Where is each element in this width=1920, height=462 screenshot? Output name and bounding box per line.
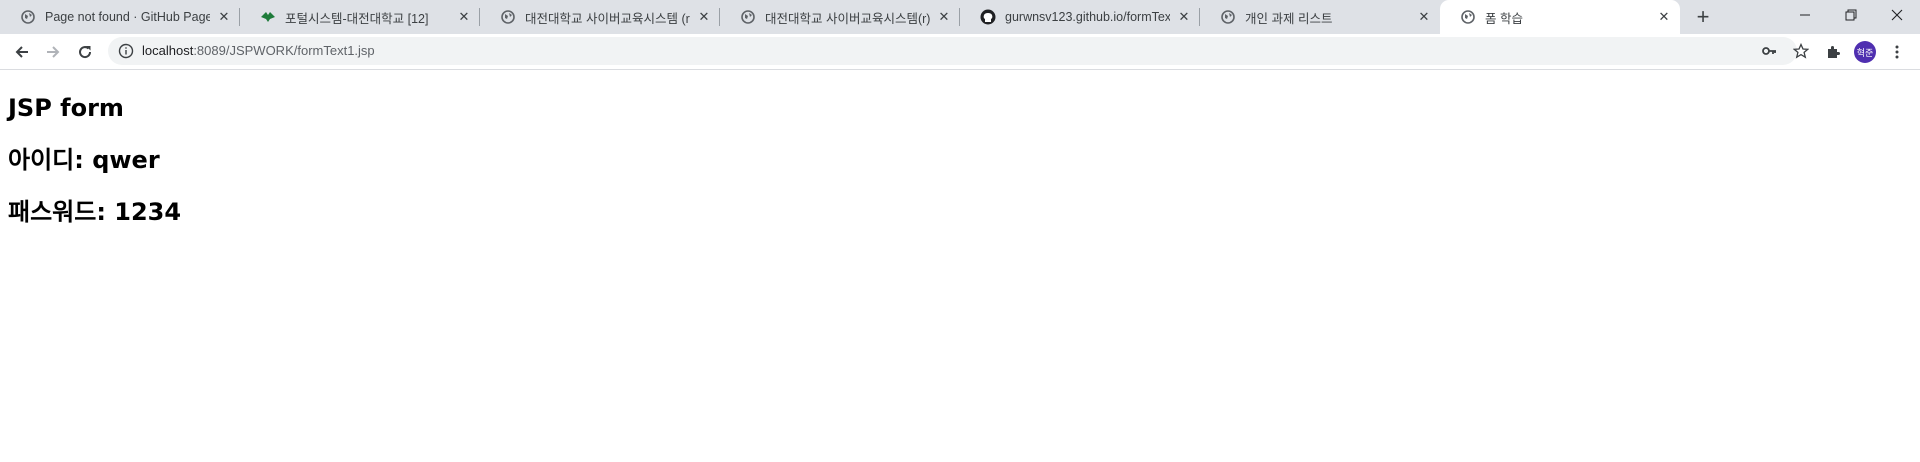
- tab-strip: Page not found · GitHub Pages ✕ 포털시스템-대전…: [0, 0, 1920, 34]
- globe-icon: [740, 9, 756, 25]
- tab-title: 대전대학교 사이버교육시스템 (r): [525, 11, 690, 26]
- tab-title: 포털시스템-대전대학교 [12]: [285, 11, 429, 26]
- puzzle-icon: [1828, 46, 1840, 58]
- bookmark-star-icon[interactable]: [1793, 43, 1809, 59]
- address-bar[interactable]: localhost:8089/JSPWORK/formText1.jsp: [108, 37, 1809, 65]
- tab-page-not-found[interactable]: Page not found · GitHub Pages ✕: [0, 0, 240, 34]
- close-icon[interactable]: ✕: [1656, 9, 1672, 25]
- tab-github-formtext[interactable]: gurwnsv123.github.io/formText1 ✕: [960, 0, 1200, 34]
- new-tab-button[interactable]: +: [1690, 4, 1716, 30]
- reload-button[interactable]: [71, 38, 99, 66]
- tab-cyber-education-1[interactable]: 대전대학교 사이버교육시스템 (r) ✕: [480, 0, 720, 34]
- extensions-button[interactable]: [1820, 38, 1848, 66]
- globe-icon: [1460, 9, 1476, 25]
- url-text: localhost:8089/JSPWORK/formText1.jsp: [142, 43, 375, 58]
- url-host: localhost: [142, 43, 194, 58]
- forward-button[interactable]: [39, 38, 67, 66]
- tab-title: 폼 학습: [1485, 11, 1523, 26]
- globe-icon: [500, 9, 516, 25]
- close-icon[interactable]: ✕: [936, 9, 952, 25]
- url-path: :8089/JSPWORK/formText1.jsp: [193, 43, 375, 58]
- profile-button[interactable]: 혁준: [1851, 38, 1879, 66]
- tab-title: gurwnsv123.github.io/formText1: [1005, 10, 1170, 24]
- close-icon[interactable]: ✕: [696, 9, 712, 25]
- close-icon[interactable]: ✕: [1176, 9, 1192, 25]
- info-icon[interactable]: [118, 43, 134, 59]
- close-icon[interactable]: ✕: [1416, 9, 1432, 25]
- reload-icon: [79, 46, 92, 59]
- restore-button[interactable]: [1828, 0, 1874, 30]
- password-output: 패스워드: 1234: [8, 198, 182, 226]
- tab-form-learning[interactable]: 폼 학습 ✕: [1440, 0, 1680, 34]
- close-icon[interactable]: ✕: [456, 9, 472, 25]
- portal-leaf-icon: [260, 9, 276, 25]
- page-title: JSP form: [8, 94, 124, 122]
- tab-title: 개인 과제 리스트: [1245, 11, 1333, 26]
- arrow-left-icon: [15, 46, 28, 58]
- avatar: 혁준: [1854, 41, 1876, 63]
- arrow-right-icon: [47, 46, 60, 58]
- id-output: 아이디: qwer: [8, 146, 160, 174]
- minimize-button[interactable]: [1782, 0, 1828, 30]
- key-icon[interactable]: [1761, 43, 1777, 59]
- browser-toolbar: localhost:8089/JSPWORK/formText1.jsp 혁준: [0, 34, 1920, 70]
- back-button[interactable]: [8, 38, 36, 66]
- tab-title: Page not found · GitHub Pages: [45, 10, 210, 24]
- tab-cyber-education-2[interactable]: 대전대학교 사이버교육시스템(r) ✕: [720, 0, 960, 34]
- tab-title: 대전대학교 사이버교육시스템(r): [765, 11, 930, 26]
- kebab-menu-icon: [1895, 45, 1899, 59]
- globe-icon: [1220, 9, 1236, 25]
- close-window-button[interactable]: [1874, 0, 1920, 30]
- menu-button[interactable]: [1883, 38, 1911, 66]
- tab-assignment-list[interactable]: 개인 과제 리스트 ✕: [1200, 0, 1440, 34]
- globe-icon: [20, 9, 36, 25]
- tab-portal[interactable]: 포털시스템-대전대학교 [12] ✕: [240, 0, 480, 34]
- github-icon: [980, 9, 996, 25]
- close-icon[interactable]: ✕: [216, 9, 232, 25]
